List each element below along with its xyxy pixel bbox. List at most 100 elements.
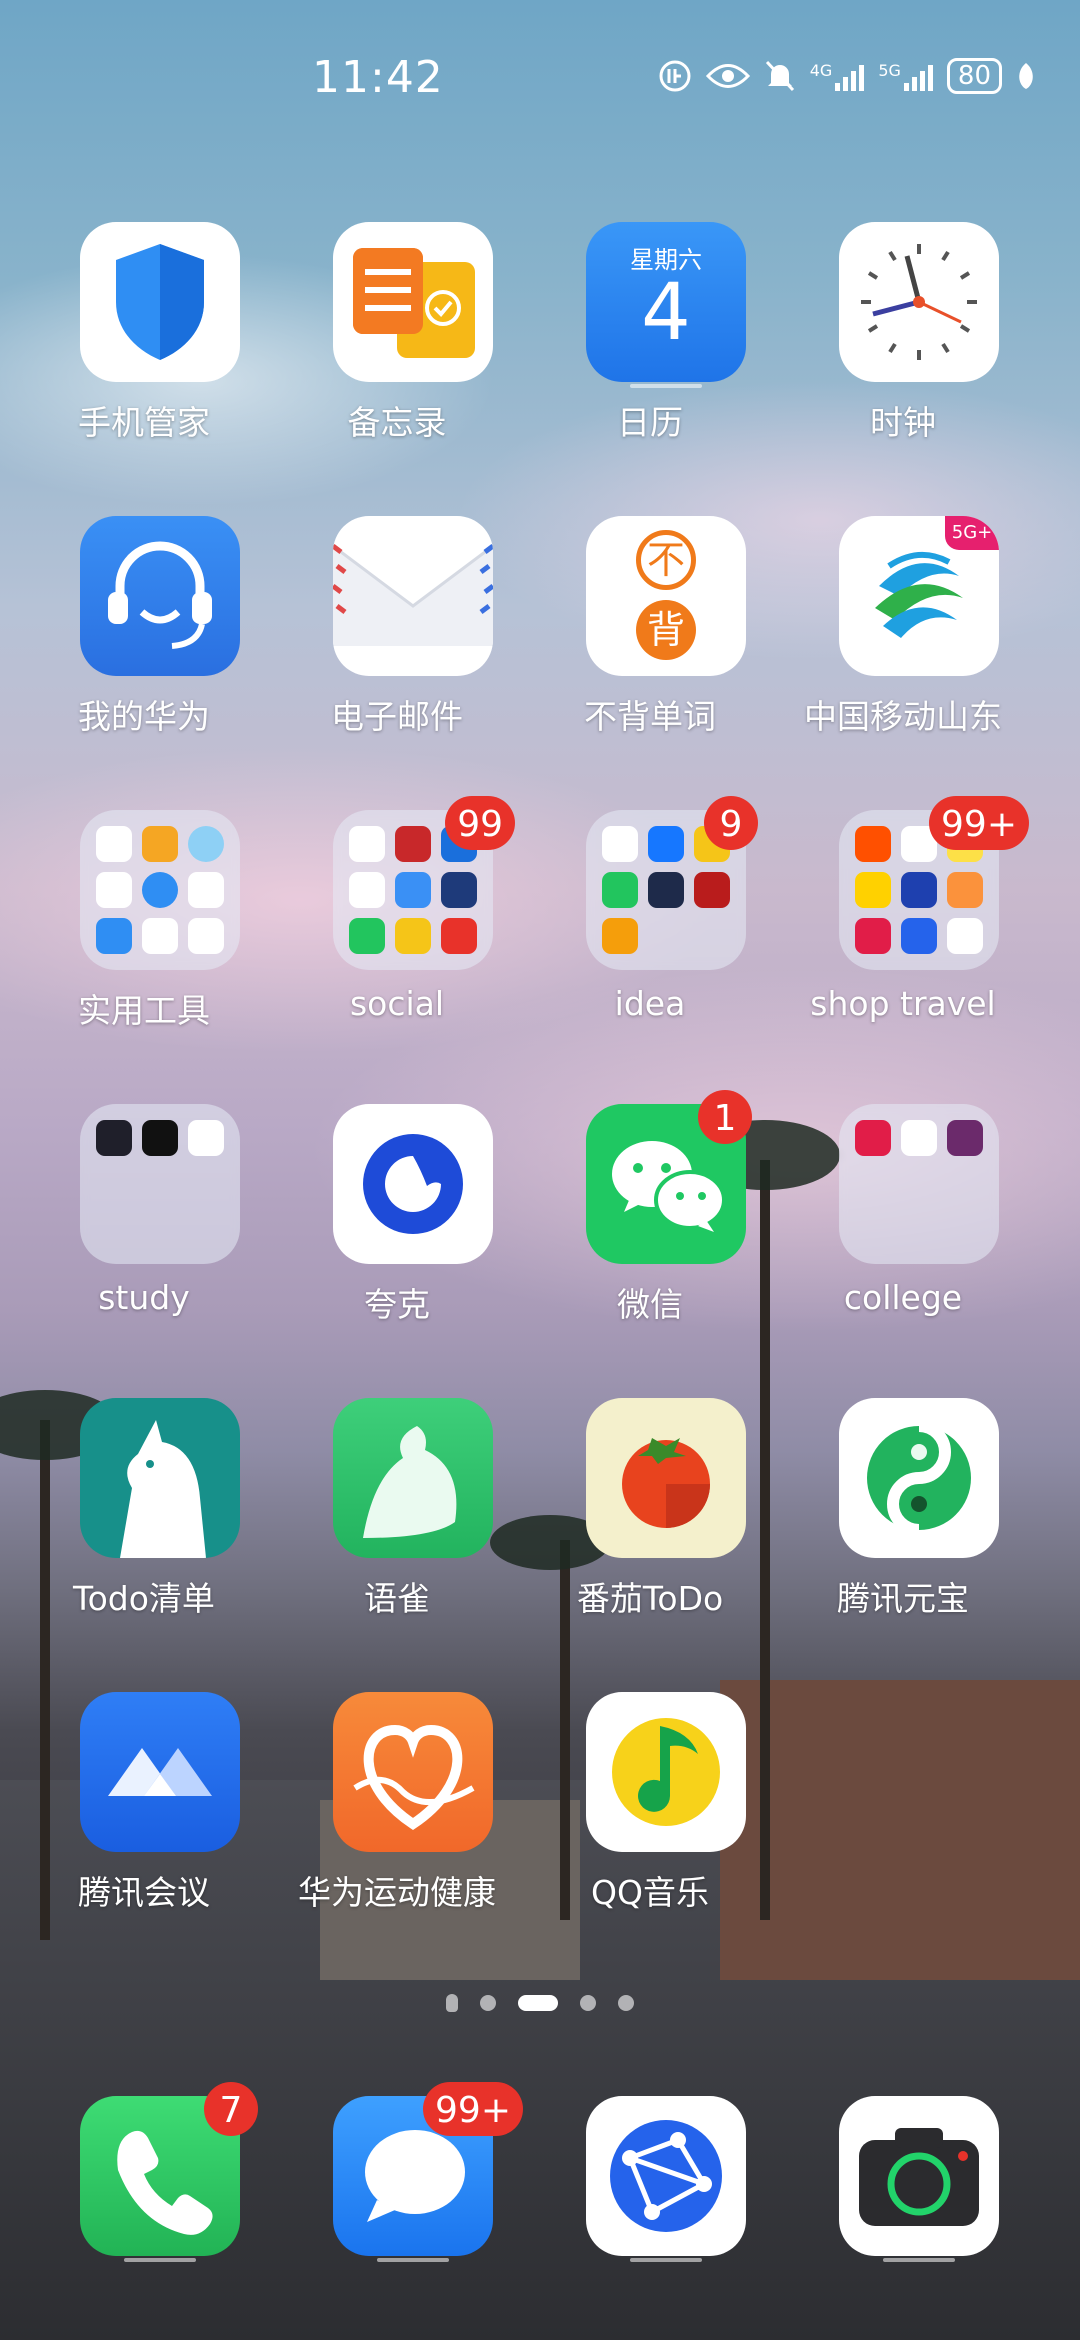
page-dot[interactable] — [480, 1995, 496, 2011]
calendar-icon: 星期六 4 — [586, 222, 746, 382]
horse-icon — [80, 1398, 240, 1558]
folder-icon — [80, 810, 240, 970]
page-dot[interactable] — [580, 1995, 596, 2011]
notification-badge: 99+ — [929, 796, 1029, 850]
railway-icon — [855, 918, 891, 954]
app-bubei-words[interactable]: 不 背 不背单词 — [530, 516, 770, 756]
sports-icon — [602, 872, 638, 908]
bubei-glyph-top: 不 — [636, 530, 696, 590]
window-app-icon — [694, 872, 730, 908]
xiaohongshu-icon — [441, 918, 477, 954]
app-tencent-yuanbao[interactable]: 腾讯元宝 — [783, 1398, 1023, 1638]
signal-sim2: 5G — [878, 61, 933, 91]
wps-icon — [188, 1120, 224, 1156]
tree-icon — [602, 826, 638, 862]
app-notes[interactable]: 备忘录 — [277, 222, 517, 462]
notification-badge: 1 — [698, 1090, 752, 1144]
browser-globe-icon — [586, 2096, 746, 2256]
bell-muted-icon — [764, 59, 796, 93]
folder-study[interactable]: study — [24, 1104, 264, 1344]
yuque-bird-icon — [333, 1398, 493, 1558]
folder-social[interactable]: 99 social — [277, 796, 517, 1050]
envelope-icon — [333, 516, 493, 676]
calculator-icon — [96, 826, 132, 862]
youdao-icon — [855, 1120, 891, 1156]
shield-icon — [80, 222, 240, 382]
folder-shop-travel[interactable]: 99+ shop travel — [783, 796, 1029, 1050]
bank-icon — [395, 826, 431, 862]
folder-icon — [839, 1104, 999, 1264]
dock-camera[interactable] — [783, 2096, 1023, 2336]
battery-level: 80 — [946, 58, 1002, 94]
alipay-icon — [648, 826, 684, 862]
wechat-mini-icon — [349, 918, 385, 954]
notes-icon — [333, 222, 493, 382]
dock-messages[interactable]: 99+ — [277, 2082, 523, 2336]
app-phone-manager[interactable]: 手机管家 — [24, 222, 264, 462]
page-dot[interactable] — [618, 1995, 634, 2011]
status-icons: 4G 5G 80 — [658, 58, 1036, 94]
app-quark[interactable]: 夸克 — [277, 1104, 517, 1344]
page-dot-active[interactable] — [518, 1995, 558, 2011]
status-bar: 11:42 4G 5G 80 — [0, 0, 1080, 160]
app-huawei-health[interactable]: 华为运动健康 — [277, 1692, 517, 1932]
folder-idea[interactable]: 9 idea — [530, 796, 770, 1050]
map-icon — [901, 918, 937, 954]
app-yuque[interactable]: 语雀 — [277, 1398, 517, 1638]
leaf-power-saving-icon — [1016, 61, 1036, 91]
capcut-icon — [142, 1120, 178, 1156]
360-icon — [602, 918, 638, 954]
qq-icon — [349, 872, 385, 908]
robot-icon — [901, 872, 937, 908]
building — [720, 1680, 1080, 1980]
k-app-icon — [96, 1120, 132, 1156]
app-wechat[interactable]: 1 微信 — [530, 1090, 770, 1344]
recent-indicator — [124, 2258, 196, 2262]
notification-badge: 99+ — [423, 2082, 523, 2136]
camera-icon — [839, 2096, 999, 2256]
app-calendar[interactable]: 星期六 4 日历 — [530, 222, 770, 462]
app-china-mobile[interactable]: 5G+ 中国移动山东 — [783, 516, 1023, 756]
folder-college[interactable]: college — [783, 1104, 1023, 1344]
clock-time: 11:42 — [312, 52, 444, 103]
app-clock[interactable]: 时钟 — [783, 222, 1023, 462]
document-icon — [142, 918, 178, 954]
china-mobile-logo-icon: 5G+ — [839, 516, 999, 676]
bird-icon — [901, 1120, 937, 1156]
calendar-date: 4 — [641, 268, 691, 358]
page-indicator[interactable] — [0, 1994, 1080, 2012]
taobao-icon — [855, 826, 891, 862]
recent-indicator — [630, 384, 702, 388]
dock-browser[interactable] — [530, 2096, 770, 2336]
weather-icon — [395, 872, 431, 908]
app-tencent-meeting[interactable]: 腾讯会议 — [24, 1692, 264, 1932]
folder-icon — [80, 1104, 240, 1264]
meituan-icon — [855, 872, 891, 908]
bubei-logo-icon: 不 背 — [586, 516, 746, 676]
paper-plane-icon — [947, 918, 983, 954]
notification-badge: 7 — [204, 2082, 258, 2136]
heart-health-icon — [333, 1692, 493, 1852]
didi-icon — [947, 872, 983, 908]
app-todo-list[interactable]: Todo清单 — [24, 1398, 264, 1638]
dock-phone[interactable]: 7 — [24, 2082, 264, 2336]
app-my-huawei[interactable]: 我的华为 — [24, 516, 264, 756]
app-tomato-todo[interactable]: 番茄ToDo — [530, 1398, 770, 1638]
compass-needle-icon — [188, 872, 224, 908]
recent-indicator — [883, 2258, 955, 2262]
network-type-2: 5G — [878, 61, 901, 80]
app-email[interactable]: 电子邮件 — [277, 516, 517, 756]
yuanbao-icon — [839, 1398, 999, 1558]
app-qq-music[interactable]: QQ音乐 — [530, 1692, 770, 1932]
phone-clone-icon — [142, 872, 178, 908]
hd-call-icon — [658, 59, 692, 93]
files-icon — [96, 918, 132, 954]
search-page-dot[interactable] — [446, 1994, 458, 2012]
folder-utilities[interactable]: 实用工具 — [24, 810, 264, 1050]
network-type-1: 4G — [809, 61, 833, 80]
bubei-glyph-bottom: 背 — [636, 600, 696, 660]
cat-icon — [648, 872, 684, 908]
tools-icon — [142, 826, 178, 862]
notification-badge: 9 — [704, 796, 758, 850]
5g-plus-tag: 5G+ — [945, 516, 999, 550]
